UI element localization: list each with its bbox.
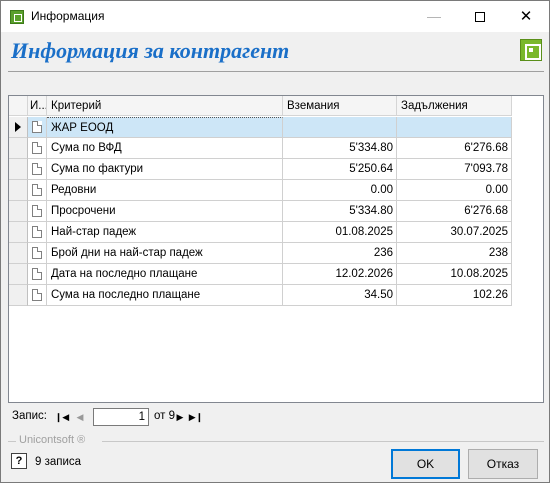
document-icon — [32, 268, 42, 280]
next-record-button[interactable]: ▶ — [172, 409, 188, 425]
receivables-cell: 236 — [283, 243, 397, 264]
close-button[interactable]: ✕ — [503, 1, 549, 32]
receivables-cell: 0.00 — [283, 180, 397, 201]
table-row-group[interactable]: ЖАР ЕООД — [9, 117, 543, 138]
criterion-cell: Брой дни на най-стар падеж — [47, 243, 283, 264]
payables-cell: 238 — [397, 243, 512, 264]
column-header-criterion[interactable]: Критерий — [47, 96, 283, 116]
table-row[interactable]: Сума по ВФД 5'334.80 6'276.68 — [9, 138, 543, 159]
first-record-button[interactable]: ❙◀ — [54, 409, 70, 425]
group-row-label: ЖАР ЕООД — [47, 117, 283, 138]
receivables-cell: 34.50 — [283, 285, 397, 306]
column-header-payables[interactable]: Задължения — [397, 96, 512, 116]
maximize-button[interactable] — [457, 1, 503, 32]
document-icon — [32, 289, 42, 301]
document-icon — [32, 226, 42, 238]
receivables-cell: 5'334.80 — [283, 138, 397, 159]
footer-divider — [8, 441, 16, 442]
brand-label: Unicontsoft ® — [19, 434, 86, 446]
payables-cell: 6'276.68 — [397, 201, 512, 222]
document-icon — [32, 184, 42, 196]
receivables-cell: 01.08.2025 — [283, 222, 397, 243]
criterion-cell: Най-стар падеж — [47, 222, 283, 243]
last-record-button[interactable]: ▶❙ — [188, 409, 204, 425]
row-indicator — [9, 117, 28, 138]
document-icon — [32, 142, 42, 154]
receivables-cell: 12.02.2026 — [283, 264, 397, 285]
criterion-cell: Сума по ВФД — [47, 138, 283, 159]
column-header-indicator[interactable] — [9, 96, 28, 116]
table-row[interactable]: Брой дни на най-стар падеж 236 238 — [9, 243, 543, 264]
receivables-cell: 5'334.80 — [283, 201, 397, 222]
table-row[interactable]: Просрочени 5'334.80 6'276.68 — [9, 201, 543, 222]
payables-cell: 102.26 — [397, 285, 512, 306]
record-label: Запис: — [12, 410, 47, 422]
criterion-cell: Сума по фактури — [47, 159, 283, 180]
document-icon — [32, 247, 42, 259]
footer-divider — [102, 441, 544, 442]
page-title: Информация за контрагент — [11, 38, 290, 63]
criterion-cell: Редовни — [47, 180, 283, 201]
table-row[interactable]: Сума на последно плащане 34.50 102.26 — [9, 285, 543, 306]
maximize-icon — [475, 12, 485, 23]
column-header-icon[interactable]: И... — [28, 96, 47, 116]
app-icon — [10, 10, 24, 24]
window-title: Информация — [31, 9, 105, 23]
payables-cell: 7'093.78 — [397, 159, 512, 180]
table-row[interactable]: Сума по фактури 5'250.64 7'093.78 — [9, 159, 543, 180]
panel-icon — [520, 39, 542, 61]
receivables-cell: 5'250.64 — [283, 159, 397, 180]
current-row-icon — [15, 122, 21, 132]
criterion-cell: Просрочени — [47, 201, 283, 222]
criterion-cell: Дата на последно плащане — [47, 264, 283, 285]
criteria-grid[interactable]: И... Критерий Вземания Задължения ЖАР ЕО… — [8, 95, 544, 403]
payables-cell: 6'276.68 — [397, 138, 512, 159]
document-icon — [32, 205, 42, 217]
record-count-status: 9 записа — [35, 456, 82, 468]
table-row[interactable]: Най-стар падеж 01.08.2025 30.07.2025 — [9, 222, 543, 243]
payables-cell: 0.00 — [397, 180, 512, 201]
cancel-button[interactable]: Отказ — [468, 449, 538, 479]
column-header-receivables[interactable]: Вземания — [283, 96, 397, 116]
record-number-input[interactable] — [93, 408, 149, 426]
document-icon — [32, 121, 42, 133]
document-icon — [32, 163, 42, 175]
table-row[interactable]: Дата на последно плащане 12.02.2026 10.0… — [9, 264, 543, 285]
title-bar: Информация — ✕ — [1, 1, 549, 32]
dialog-window: Информация — ✕ Информация за контрагент … — [0, 0, 550, 483]
previous-record-button[interactable]: ◀ — [72, 409, 88, 425]
ok-button[interactable]: OK — [391, 449, 460, 479]
payables-cell: 30.07.2025 — [397, 222, 512, 243]
table-row[interactable]: Редовни 0.00 0.00 — [9, 180, 543, 201]
minimize-button[interactable]: — — [411, 1, 457, 32]
payables-cell: 10.08.2025 — [397, 264, 512, 285]
help-icon[interactable]: ? — [11, 453, 27, 469]
criterion-cell: Сума на последно плащане — [47, 285, 283, 306]
heading-divider — [8, 71, 544, 72]
